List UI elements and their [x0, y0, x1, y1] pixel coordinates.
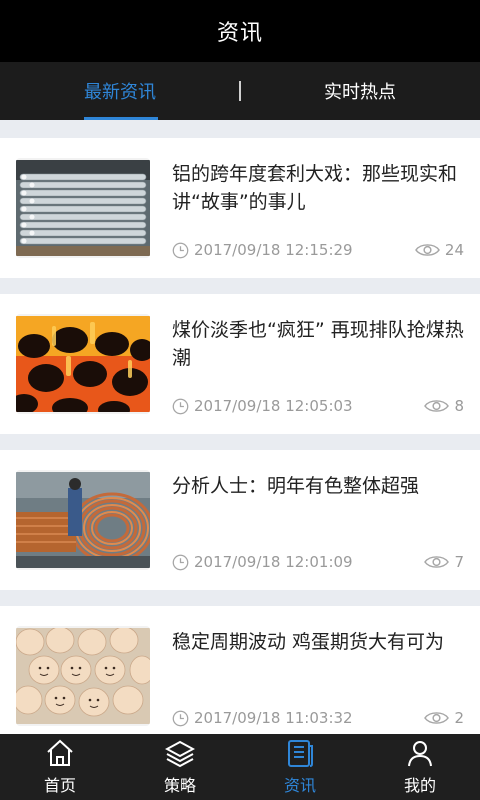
view-count: 2 — [454, 709, 464, 727]
tabbar-label: 资讯 — [283, 776, 316, 795]
publish-time: 2017/09/18 11:03:32 — [194, 709, 353, 727]
news-icon — [288, 740, 313, 767]
tabbar-home[interactable]: 首页 — [0, 734, 120, 800]
news-feed[interactable]: 铝的跨年度套利大戏：那些现实和讲“故事”的事儿 2017/09/18 12:15… — [0, 120, 480, 734]
eye-icon — [424, 712, 450, 724]
news-meta: 2017/09/18 11:03:32 2 — [172, 708, 464, 728]
tabbar-strategy[interactable]: 策略 — [120, 734, 240, 800]
clock-icon — [172, 398, 189, 414]
clock-icon — [172, 554, 189, 570]
tabbar-label: 策略 — [163, 776, 196, 795]
page-title: 资讯 — [216, 21, 263, 46]
news-meta: 2017/09/18 12:01:09 7 — [172, 552, 464, 572]
news-card[interactable]: 煤价淡季也“疯狂” 再现排队抢煤热潮 2017/09/18 12:05:03 8 — [0, 294, 480, 434]
tabbar-label: 首页 — [43, 776, 76, 795]
user-icon — [408, 741, 432, 767]
news-title: 铝的跨年度套利大戏：那些现实和讲“故事”的事儿 — [172, 163, 458, 213]
clock-icon — [172, 242, 189, 258]
tabbar-profile[interactable]: 我的 — [360, 734, 480, 800]
news-meta: 2017/09/18 12:15:29 24 — [172, 240, 464, 260]
tabbar-news[interactable]: 资讯 — [240, 734, 360, 800]
layers-icon — [165, 740, 195, 768]
tab-latest-news[interactable]: 最新资讯 — [0, 62, 240, 120]
eye-icon — [424, 400, 450, 412]
publish-time: 2017/09/18 12:01:09 — [194, 553, 353, 571]
eye-icon — [424, 556, 450, 568]
news-meta: 2017/09/18 12:05:03 8 — [172, 396, 464, 416]
burning-coal-thumbnail — [16, 314, 150, 414]
news-title: 煤价淡季也“疯狂” 再现排队抢煤热潮 — [172, 319, 464, 369]
news-title: 分析人士：明年有色整体超强 — [172, 475, 420, 497]
publish-time: 2017/09/18 12:05:03 — [194, 397, 353, 415]
tab-realtime-hot[interactable]: 实时热点 — [240, 62, 480, 120]
news-card[interactable]: 分析人士：明年有色整体超强 2017/09/18 12:01:09 7 — [0, 450, 480, 590]
clock-icon — [172, 710, 189, 726]
publish-time: 2017/09/18 12:15:29 — [194, 241, 353, 259]
view-count: 8 — [454, 397, 464, 415]
copper-coils-thumbnail — [16, 470, 150, 570]
bottom-tab-bar: 首页 策略 资讯 我的 — [0, 734, 480, 800]
eggs-thumbnail — [16, 626, 150, 726]
home-icon — [47, 739, 73, 766]
top-bar: 资讯 — [0, 0, 480, 62]
tab-divider — [239, 81, 241, 101]
tabbar-label: 我的 — [403, 776, 436, 795]
view-count: 24 — [444, 241, 464, 259]
news-card[interactable]: 稳定周期波动 鸡蛋期货大有可为 2017/09/18 11:03:32 2 — [0, 606, 480, 734]
news-title: 稳定周期波动 鸡蛋期货大有可为 — [172, 631, 445, 653]
view-count: 7 — [454, 553, 464, 571]
eye-icon — [414, 244, 440, 256]
aluminum-bars-thumbnail — [16, 158, 150, 258]
news-card[interactable]: 铝的跨年度套利大戏：那些现实和讲“故事”的事儿 2017/09/18 12:15… — [0, 138, 480, 278]
